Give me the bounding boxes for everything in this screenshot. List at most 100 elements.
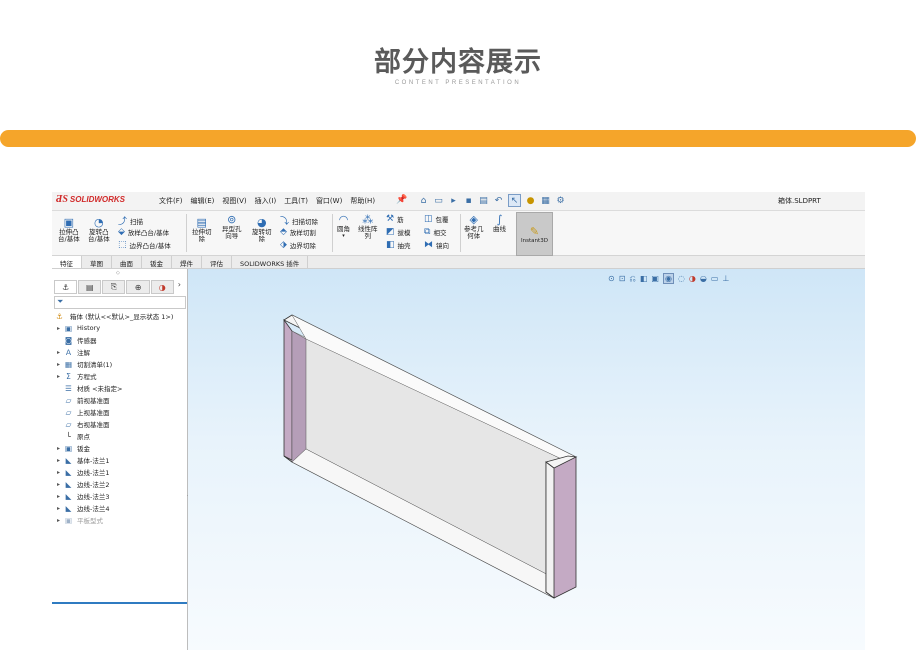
menu-insert[interactable]: 插入(I)	[255, 196, 277, 206]
dimxpert-tab-icon[interactable]: ⊕	[126, 280, 150, 294]
expand-arrow-icon[interactable]: ▸	[54, 349, 63, 356]
tab-features[interactable]: 特征	[52, 256, 82, 268]
tab-sketch[interactable]: 草图	[82, 256, 112, 268]
home-icon[interactable]: ⌂	[418, 195, 429, 206]
tree-item-edge-flange-3[interactable]: ▸ ◣ 边线-法兰3	[54, 490, 187, 502]
pin-menu-icon[interactable]: 📌	[396, 195, 407, 205]
menu-edit[interactable]: 编辑(E)	[191, 196, 215, 206]
rib-button[interactable]: ⚒ 筋	[386, 214, 404, 224]
page-subtitle: CONTENT PRESENTATION	[394, 80, 522, 86]
shell-button[interactable]: ◧ 抽壳	[386, 240, 411, 250]
expand-arrow-icon[interactable]: ▸	[54, 361, 63, 368]
panel-collapse-handle[interactable]: ◇	[116, 270, 120, 276]
loft-cut-button[interactable]: ⬘ 放样切割	[280, 227, 316, 237]
undo-icon[interactable]: ↶	[493, 195, 504, 206]
expand-arrow-icon[interactable]: ▸	[54, 325, 63, 332]
menu-tools[interactable]: 工具(T)	[284, 196, 308, 206]
tree-item-label: 边线-法兰2	[77, 481, 110, 489]
curves-label: 曲线	[493, 225, 506, 233]
extrude-cut-button[interactable]: ▤ 拉伸切 除	[192, 217, 212, 243]
tree-item-top-plane[interactable]: ▱ 上视基准面	[54, 406, 187, 418]
tree-item-cut-list[interactable]: ▸ ▦ 切割清单(1)	[54, 358, 187, 370]
tree-item-front-plane[interactable]: ▱ 前视基准面	[54, 394, 187, 406]
history-folder-icon: ▣	[64, 323, 73, 333]
tree-item-origin[interactable]: └ 原点	[54, 430, 187, 442]
sweep-cut-button[interactable]: ⤵ 扫描切除	[280, 214, 318, 227]
reference-geometry-label: 参考几 何体	[464, 225, 484, 240]
graphics-viewport[interactable]: ⊙ ⊡ ⎌ ◧ ▣ ◉ ◌ ◑ ◒ ▭ ⊥	[188, 269, 865, 650]
tree-filter-field[interactable]: ⏷	[54, 296, 186, 309]
panel-more-arrow-icon[interactable]: ›	[175, 280, 184, 293]
feature-manager-tab-icon[interactable]: ⚓	[54, 280, 78, 294]
hole-wizard-button[interactable]: ⊚ 异型孔 向导	[222, 214, 242, 240]
tree-item-sheet-metal[interactable]: ▸ ▣ 钣金	[54, 442, 187, 454]
tree-item-edge-flange-2[interactable]: ▸ ◣ 边线-法兰2	[54, 478, 187, 490]
tree-item-material[interactable]: ☰ 材质 <未指定>	[54, 382, 187, 394]
menu-view[interactable]: 视图(V)	[222, 196, 246, 206]
new-document-icon[interactable]: ▭	[433, 195, 444, 206]
tab-solidworks-addins[interactable]: SOLIDWORKS 插件	[232, 256, 309, 268]
expand-arrow-icon[interactable]: ▸	[54, 517, 63, 524]
select-arrow-icon[interactable]: ↖	[508, 194, 521, 207]
tab-surfaces[interactable]: 曲面	[112, 256, 142, 268]
wrap-label: 包覆	[435, 216, 449, 224]
menu-file[interactable]: 文件(F)	[159, 196, 183, 206]
plane-icon: ▱	[65, 419, 72, 429]
tree-item-equations[interactable]: ▸ Σ 方程式	[54, 370, 187, 382]
curves-button[interactable]: ∫ 曲线	[493, 214, 506, 233]
expand-arrow-icon[interactable]: ▸	[54, 457, 63, 464]
expand-arrow-icon[interactable]: ▸	[54, 445, 63, 452]
box-part-model[interactable]	[188, 269, 865, 650]
fillet-dropdown-icon[interactable]: ▾	[342, 233, 345, 240]
tab-evaluate[interactable]: 评估	[202, 256, 232, 268]
loft-boss-button[interactable]: ⬙ 放样凸台/基体	[118, 227, 169, 237]
fillet-label: 圆角	[337, 225, 350, 233]
boundary-cut-button[interactable]: ⬗ 边界切除	[280, 240, 316, 250]
extrude-boss-button[interactable]: ▣ 拉伸凸 台/基体	[58, 217, 80, 243]
open-icon[interactable]: ▸	[448, 195, 459, 206]
expand-arrow-icon[interactable]: ▸	[54, 373, 63, 380]
fillet-button[interactable]: ◠ 圆角 ▾	[337, 214, 350, 240]
tree-item-label: 右视基准面	[77, 421, 110, 429]
tree-item-history[interactable]: ▸ ▣ History	[54, 322, 187, 334]
tab-sheet-metal[interactable]: 钣金	[142, 256, 172, 268]
revolve-cut-button[interactable]: ◕ 旋转切 除	[252, 217, 272, 243]
boundary-boss-button[interactable]: ⬚ 边界凸台/基体	[118, 240, 171, 250]
tree-item-label: 上视基准面	[77, 409, 110, 417]
expand-arrow-icon[interactable]: ▸	[54, 505, 63, 512]
tree-item-edge-flange-4[interactable]: ▸ ◣ 边线-法兰4	[54, 502, 187, 514]
mirror-button[interactable]: ⧓ 镜向	[424, 240, 449, 250]
traffic-light-icon[interactable]: ●	[525, 195, 536, 206]
intersect-button[interactable]: ⧉ 相交	[424, 227, 446, 237]
revolve-boss-button[interactable]: ◔ 旋转凸 台/基体	[88, 217, 110, 243]
reference-geometry-button[interactable]: ◈ 参考几 何体	[464, 214, 484, 240]
configuration-manager-tab-icon[interactable]: ⎘	[102, 280, 126, 294]
print-icon[interactable]: ▤	[478, 195, 489, 206]
menu-help[interactable]: 帮助(H)	[350, 196, 375, 206]
wrap-button[interactable]: ◫ 包覆	[424, 214, 449, 224]
tree-item-right-plane[interactable]: ▱ 右视基准面	[54, 418, 187, 430]
expand-arrow-icon[interactable]: ▸	[54, 469, 63, 476]
tree-item-sensors[interactable]: ◙ 传感器	[54, 334, 187, 346]
tree-item-flat-pattern[interactable]: ▸ ▣ 平板型式	[54, 514, 187, 526]
expand-arrow-icon[interactable]: ▸	[54, 493, 63, 500]
display-manager-tab-icon[interactable]: ◑	[150, 280, 174, 294]
property-manager-tab-icon[interactable]: ▤	[78, 280, 102, 294]
instant3d-label: Instant3D	[521, 237, 548, 244]
file-properties-icon[interactable]: ▦	[540, 195, 551, 206]
rollback-bar[interactable]	[52, 602, 187, 604]
menu-window[interactable]: 窗口(W)	[316, 196, 342, 206]
save-icon[interactable]: ▪	[463, 195, 474, 206]
tree-item-edge-flange-1[interactable]: ▸ ◣ 边线-法兰1	[54, 466, 187, 478]
tree-item-base-flange-1[interactable]: ▸ ◣ 基体-法兰1	[54, 454, 187, 466]
tab-weldments[interactable]: 焊件	[172, 256, 202, 268]
instant3d-button[interactable]: ✎ Instant3D	[516, 212, 553, 256]
tree-root-part[interactable]: ⚓ 箱体 (默认<<默认>_显示状态 1>)	[54, 310, 187, 322]
tree-item-annotations[interactable]: ▸ Ａ 注解	[54, 346, 187, 358]
panel-tabs: ⚓ ▤ ⎘ ⊕ ◑ ›	[54, 280, 184, 294]
linear-pattern-button[interactable]: ⁂ 线性阵 列	[358, 214, 378, 240]
sweep-button[interactable]: ⤴ 扫描	[118, 214, 143, 227]
options-gear-icon[interactable]: ⚙	[555, 195, 566, 206]
draft-button[interactable]: ◩ 拔模	[386, 227, 411, 237]
expand-arrow-icon[interactable]: ▸	[54, 481, 63, 488]
